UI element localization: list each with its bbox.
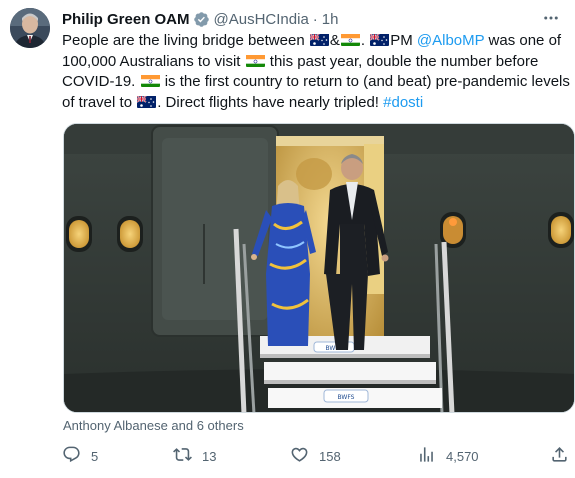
reply-count: 5 xyxy=(91,448,99,464)
author-name[interactable]: Philip Green OAM xyxy=(62,11,190,28)
verified-badge-icon xyxy=(193,11,210,28)
action-bar: 5 13 158 4,570 xyxy=(60,444,575,468)
retweet-icon xyxy=(173,445,192,467)
like-count: 158 xyxy=(319,448,341,464)
author-handle[interactable]: @AusHCIndia xyxy=(214,11,309,28)
tweet-text-part: & xyxy=(329,32,340,49)
avatar-photo xyxy=(10,8,50,48)
tweet-timestamp[interactable]: 1h xyxy=(322,11,339,28)
reply-icon xyxy=(62,445,81,467)
india-flag-icon xyxy=(245,54,265,67)
tweet: Philip Green OAM @AusHCIndia · 1h People… xyxy=(0,0,575,478)
stair-label: BWFS xyxy=(338,394,355,401)
photo-scene: BWFS BWFS xyxy=(64,124,574,412)
tweet-text-part: People are the living bridge between xyxy=(62,32,309,49)
tweet-photo[interactable]: BWFS BWFS xyxy=(63,123,575,413)
views-count: 4,570 xyxy=(446,448,479,464)
tweet-text-part: . xyxy=(360,32,370,49)
share-button[interactable] xyxy=(550,444,569,468)
views-button[interactable]: 4,570 xyxy=(417,444,479,468)
tweet-text: People are the living bridge between & . … xyxy=(62,31,570,113)
australia-flag-icon xyxy=(137,94,157,108)
hashtag-link[interactable]: #dosti xyxy=(383,94,423,111)
like-button[interactable]: 158 xyxy=(290,444,341,468)
tweet-text-part: PM xyxy=(390,32,417,49)
retweet-count: 13 xyxy=(202,448,217,464)
retweet-button[interactable]: 13 xyxy=(173,444,216,468)
mention-link[interactable]: @AlboMP xyxy=(417,32,484,49)
australia-flag-icon xyxy=(309,33,329,46)
views-icon xyxy=(417,445,436,467)
share-icon xyxy=(550,445,569,467)
australia-flag-icon xyxy=(370,33,390,46)
photo-tags[interactable]: Anthony Albanese and 6 others xyxy=(63,418,244,433)
avatar[interactable] xyxy=(10,8,50,48)
tweet-text-part: . Direct flights have nearly tripled! xyxy=(157,93,384,111)
tweet-header: Philip Green OAM @AusHCIndia · 1h xyxy=(62,9,338,29)
india-flag-icon xyxy=(340,33,360,46)
reply-button[interactable]: 5 xyxy=(62,444,98,468)
heart-icon xyxy=(290,445,309,467)
header-separator: · xyxy=(312,10,318,28)
india-flag-icon xyxy=(140,74,160,87)
more-dots-icon[interactable] xyxy=(541,8,561,28)
